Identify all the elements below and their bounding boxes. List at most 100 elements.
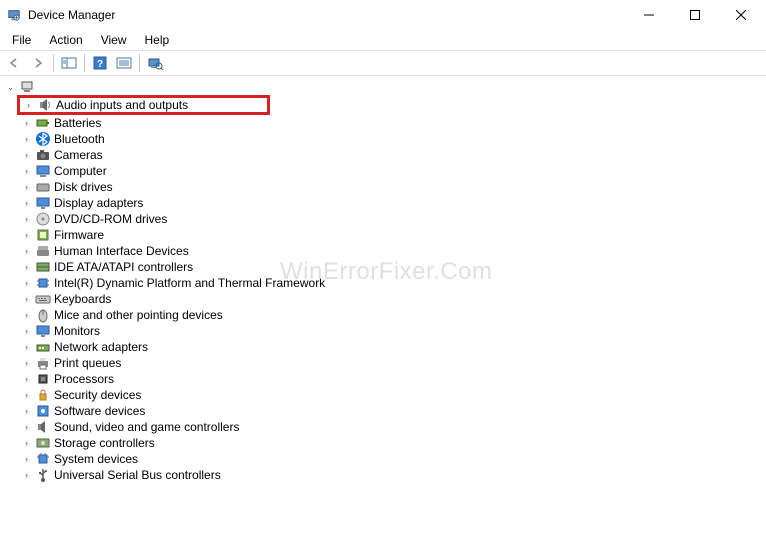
security-icon — [35, 387, 51, 403]
tree-category[interactable]: › Print queues — [2, 355, 764, 371]
menu-action[interactable]: Action — [41, 32, 90, 48]
forward-button[interactable] — [26, 52, 50, 74]
tree-category[interactable]: › Software devices — [2, 403, 764, 419]
category-label: Monitors — [54, 323, 100, 339]
toolbar-separator — [53, 54, 54, 72]
tree-category[interactable]: › Cameras — [2, 147, 764, 163]
tree-category[interactable]: › Universal Serial Bus controllers — [2, 467, 764, 483]
expand-icon[interactable]: › — [20, 213, 33, 226]
expand-icon[interactable]: › — [20, 405, 33, 418]
hid-icon — [35, 243, 51, 259]
category-label: Processors — [54, 371, 114, 387]
category-label: Software devices — [54, 403, 145, 419]
tree-category[interactable]: ›Human Interface Devices — [2, 243, 764, 259]
monitor-icon — [35, 323, 51, 339]
close-button[interactable] — [718, 0, 764, 30]
scan-hardware-button[interactable] — [143, 52, 167, 74]
device-tree[interactable]: ⌄ ›Audio inputs and outputs›Batteries›Bl… — [0, 76, 766, 486]
category-label: Mice and other pointing devices — [54, 307, 223, 323]
tree-category[interactable]: ›Intel(R) Dynamic Platform and Thermal F… — [2, 275, 764, 291]
category-label: Universal Serial Bus controllers — [54, 467, 221, 483]
tree-category[interactable]: ›DVD/CD-ROM drives — [2, 211, 764, 227]
tree-category[interactable]: ›Bluetooth — [2, 131, 764, 147]
bluetooth-icon — [35, 131, 51, 147]
tree-category[interactable]: › Monitors — [2, 323, 764, 339]
tree-category[interactable]: › Processors — [2, 371, 764, 387]
help-button[interactable]: ? — [88, 52, 112, 74]
menu-help[interactable]: Help — [137, 32, 178, 48]
expand-icon[interactable]: › — [20, 469, 33, 482]
expand-icon[interactable]: › — [20, 373, 33, 386]
category-label: IDE ATA/ATAPI controllers — [54, 259, 193, 275]
show-hide-console-button[interactable] — [57, 52, 81, 74]
tree-category[interactable]: › Keyboards — [2, 291, 764, 307]
tree-category[interactable]: › Display adapters — [2, 195, 764, 211]
category-label: System devices — [54, 451, 138, 467]
tree-category[interactable]: › Network adapters — [2, 339, 764, 355]
menu-file[interactable]: File — [4, 32, 39, 48]
category-label: Keyboards — [54, 291, 111, 307]
properties-button[interactable] — [112, 52, 136, 74]
highlighted-category[interactable]: ›Audio inputs and outputs — [17, 95, 270, 115]
minimize-button[interactable] — [626, 0, 672, 30]
disk-icon — [35, 179, 51, 195]
category-label: Security devices — [54, 387, 141, 403]
mouse-icon — [35, 307, 51, 323]
expand-icon[interactable]: › — [20, 117, 33, 130]
expand-icon[interactable]: › — [20, 357, 33, 370]
expand-icon[interactable]: › — [20, 341, 33, 354]
expand-icon[interactable]: › — [20, 133, 33, 146]
toolbar-separator — [139, 54, 140, 72]
tree-root[interactable]: ⌄ — [2, 79, 764, 95]
category-label: Sound, video and game controllers — [54, 419, 239, 435]
expand-icon[interactable]: › — [20, 389, 33, 402]
tree-category[interactable]: ›Disk drives — [2, 179, 764, 195]
expand-icon[interactable]: › — [20, 421, 33, 434]
tree-category[interactable]: › System devices — [2, 451, 764, 467]
category-label: Computer — [54, 163, 107, 179]
expand-icon[interactable]: › — [20, 325, 33, 338]
expand-icon[interactable]: › — [20, 261, 33, 274]
audio-icon — [37, 97, 53, 113]
expand-icon[interactable]: › — [20, 453, 33, 466]
app-icon — [6, 7, 22, 23]
expand-icon[interactable]: › — [20, 309, 33, 322]
window-title: Device Manager — [28, 8, 626, 22]
cpu-icon — [35, 371, 51, 387]
computer-root-icon — [19, 79, 35, 95]
tree-category[interactable]: › Computer — [2, 163, 764, 179]
menu-view[interactable]: View — [93, 32, 135, 48]
tree-category[interactable]: ›Firmware — [2, 227, 764, 243]
tree-category[interactable]: › Mice and other pointing devices — [2, 307, 764, 323]
expand-icon[interactable]: › — [20, 149, 33, 162]
tree-category[interactable]: › Security devices — [2, 387, 764, 403]
expand-icon[interactable]: › — [20, 229, 33, 242]
printer-icon — [35, 355, 51, 371]
expand-icon[interactable]: › — [20, 197, 33, 210]
expand-icon[interactable]: › — [20, 293, 33, 306]
tree-category[interactable]: ›Storage controllers — [2, 435, 764, 451]
expand-icon[interactable]: › — [20, 437, 33, 450]
category-label: Print queues — [54, 355, 121, 371]
titlebar: Device Manager — [0, 0, 766, 30]
expand-icon[interactable]: › — [20, 165, 33, 178]
category-label: Cameras — [54, 147, 103, 163]
camera-icon — [35, 147, 51, 163]
toolbar-separator — [84, 54, 85, 72]
category-label: Display adapters — [54, 195, 143, 211]
tree-category[interactable]: › IDE ATA/ATAPI controllers — [2, 259, 764, 275]
category-label: Network adapters — [54, 339, 148, 355]
expand-icon[interactable]: › — [22, 99, 35, 112]
tree-category[interactable]: › Sound, video and game controllers — [2, 419, 764, 435]
tree-category[interactable]: ›Audio inputs and outputs — [2, 95, 764, 115]
expand-icon[interactable]: › — [20, 245, 33, 258]
expand-icon[interactable]: › — [20, 181, 33, 194]
back-button[interactable] — [2, 52, 26, 74]
maximize-button[interactable] — [672, 0, 718, 30]
software-icon — [35, 403, 51, 419]
display-icon — [35, 195, 51, 211]
tree-category[interactable]: ›Batteries — [2, 115, 764, 131]
expand-icon[interactable]: › — [20, 277, 33, 290]
usb-icon — [35, 467, 51, 483]
collapse-icon[interactable]: ⌄ — [4, 81, 17, 94]
